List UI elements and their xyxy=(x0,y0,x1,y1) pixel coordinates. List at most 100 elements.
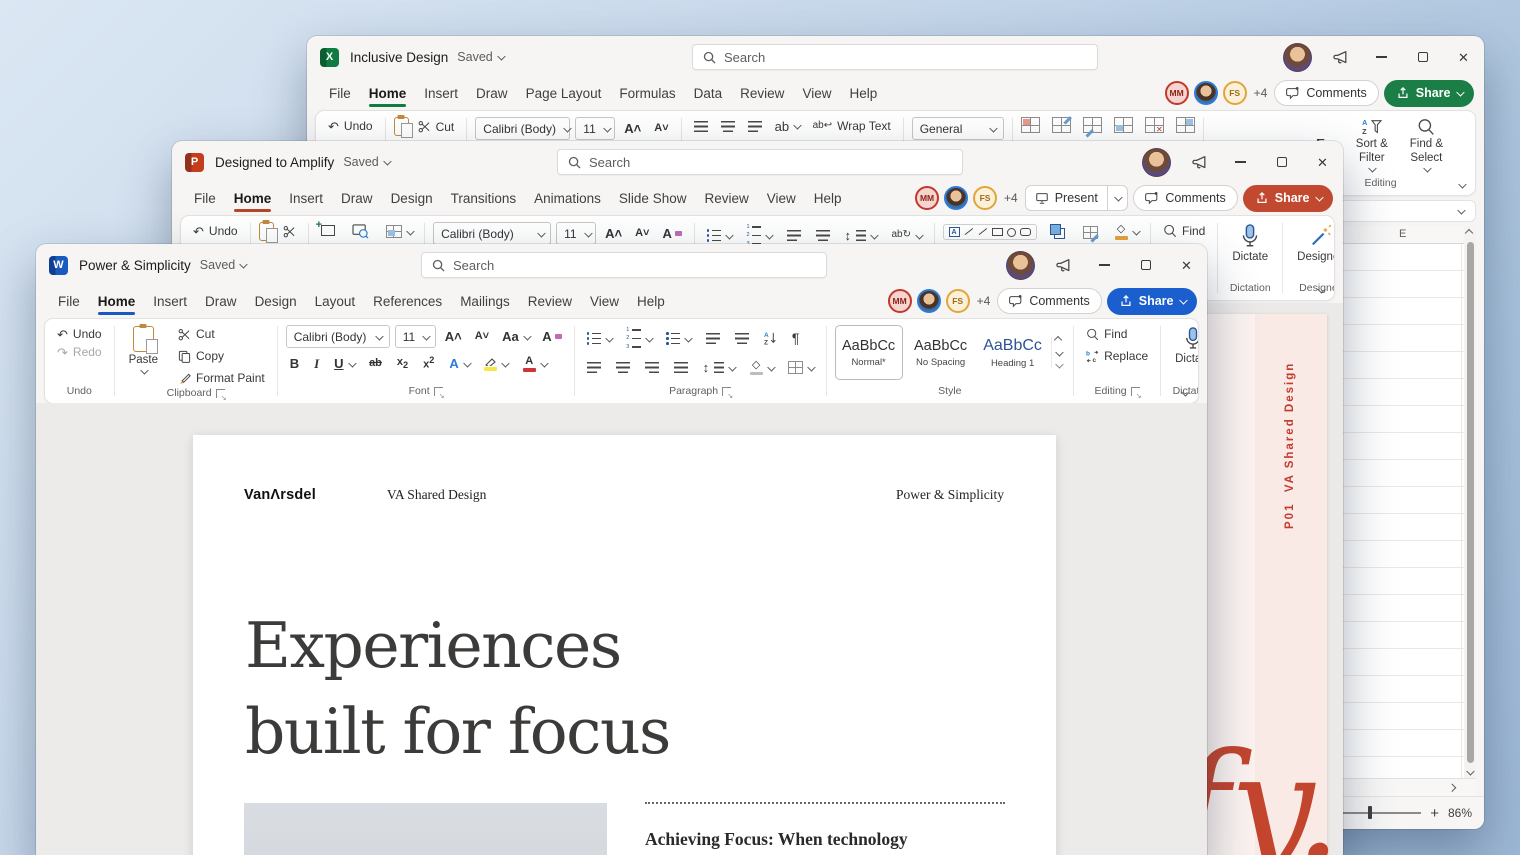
word-save-status[interactable]: Saved xyxy=(200,258,248,272)
dialog-launcher-icon[interactable] xyxy=(433,386,445,400)
orientation-button[interactable]: ab xyxy=(771,118,804,135)
powerpoint-search-input[interactable]: Search xyxy=(557,149,963,175)
tab-animations[interactable]: Animations xyxy=(525,187,610,210)
align-center-button[interactable] xyxy=(612,360,634,375)
close-button[interactable]: ✕ xyxy=(1166,244,1207,286)
avatar[interactable] xyxy=(1193,81,1218,105)
style-no-spacing[interactable]: AaBbCc No Spacing xyxy=(907,325,975,380)
maximize-button[interactable] xyxy=(1402,36,1443,78)
undo-button[interactable]: ↶ Undo xyxy=(189,222,242,240)
excel-vertical-scrollbar[interactable] xyxy=(1464,226,1476,778)
maximize-button[interactable] xyxy=(1261,141,1302,183)
decrease-indent-button[interactable] xyxy=(783,228,805,243)
align-left-button[interactable] xyxy=(583,360,605,375)
tab-file[interactable]: File xyxy=(49,290,89,313)
rounded-rectangle-shape-icon[interactable] xyxy=(1019,228,1031,236)
excel-save-status[interactable]: Saved xyxy=(457,50,506,64)
meet-now-icon[interactable] xyxy=(1043,244,1084,286)
shrink-font-button[interactable]: A˅ xyxy=(471,329,493,344)
tab-draw[interactable]: Draw xyxy=(332,187,382,210)
minimize-button[interactable] xyxy=(1084,244,1125,286)
strikethrough-button[interactable]: ab xyxy=(365,356,386,371)
font-size-select[interactable]: 11 xyxy=(394,325,436,348)
scrollbar-thumb[interactable] xyxy=(1466,241,1474,763)
shrink-font-button[interactable]: A˅ xyxy=(631,226,653,241)
avatar[interactable]: FS xyxy=(945,289,970,313)
font-size-select[interactable]: 11 xyxy=(556,222,597,245)
insert-cells-icon[interactable] xyxy=(1113,117,1133,133)
font-name-select[interactable]: Calibri (Body) xyxy=(433,222,552,245)
format-painter-button[interactable]: Format Paint xyxy=(174,369,269,387)
tab-design[interactable]: Design xyxy=(382,187,442,210)
tab-insert[interactable]: Insert xyxy=(415,82,467,105)
tab-view[interactable]: View xyxy=(793,82,840,105)
style-normal[interactable]: AaBbCc Normal* xyxy=(834,325,903,380)
find-button[interactable]: Find xyxy=(1159,222,1209,240)
tab-home[interactable]: Home xyxy=(89,290,145,315)
tab-file[interactable]: File xyxy=(320,82,360,105)
dialog-launcher-icon[interactable] xyxy=(1130,386,1142,400)
tab-page-layout[interactable]: Page Layout xyxy=(517,82,611,105)
meet-now-icon[interactable] xyxy=(1320,36,1361,78)
align-bottom-button[interactable] xyxy=(744,119,766,134)
slide-layout-button[interactable] xyxy=(382,223,417,240)
paste-button[interactable]: Paste xyxy=(123,325,164,375)
subscript-button[interactable]: x2 xyxy=(393,355,412,372)
clear-formatting-button[interactable]: A xyxy=(538,328,565,345)
show-formatting-button[interactable]: ¶ xyxy=(788,329,804,347)
meet-now-icon[interactable] xyxy=(1179,141,1220,183)
rectangle-shape-icon[interactable] xyxy=(991,228,1003,236)
new-slide-button[interactable]: + xyxy=(316,219,339,241)
share-button[interactable]: Share xyxy=(1242,184,1333,212)
avatar[interactable]: FS xyxy=(973,186,998,210)
tab-formulas[interactable]: Formulas xyxy=(610,82,684,105)
scroll-down-ic[interactable] xyxy=(1055,347,1063,356)
tab-insert[interactable]: Insert xyxy=(144,290,196,313)
arrange-button[interactable] xyxy=(1046,222,1070,242)
avatar[interactable] xyxy=(916,289,941,313)
font-name-select[interactable]: Calibri (Body) xyxy=(475,117,572,140)
avatar[interactable]: MM xyxy=(887,289,912,313)
quick-styles-button[interactable] xyxy=(1079,224,1102,241)
close-button[interactable]: ✕ xyxy=(1443,36,1484,78)
multilevel-list-button[interactable] xyxy=(662,330,695,347)
tab-help[interactable]: Help xyxy=(628,290,674,313)
share-button[interactable]: Share xyxy=(1383,79,1474,107)
tab-view[interactable]: View xyxy=(758,187,805,210)
italic-button[interactable]: I xyxy=(310,355,323,372)
document-image-placeholder[interactable] xyxy=(244,803,607,855)
borders-button[interactable] xyxy=(784,359,818,376)
highlight-button[interactable] xyxy=(480,355,512,373)
avatar[interactable]: MM xyxy=(915,186,940,210)
justify-button[interactable] xyxy=(670,360,692,375)
tab-review[interactable]: Review xyxy=(731,82,793,105)
sort-button[interactable]: AZ xyxy=(760,329,781,347)
avatar[interactable]: FS xyxy=(1222,81,1247,105)
line-spacing-button[interactable]: ↕ xyxy=(699,359,739,376)
underline-button[interactable]: U xyxy=(330,355,358,372)
increase-indent-button[interactable] xyxy=(731,331,753,346)
format-cells-icon[interactable] xyxy=(1175,117,1195,133)
tab-draw[interactable]: Draw xyxy=(196,290,246,313)
tab-review[interactable]: Review xyxy=(519,290,581,313)
cell-styles-icon[interactable] xyxy=(1082,117,1102,133)
font-size-select[interactable]: 11 xyxy=(575,117,616,140)
style-gallery-more-icon[interactable] xyxy=(1055,360,1063,369)
scroll-up-ic[interactable] xyxy=(1053,336,1062,345)
increase-indent-button[interactable] xyxy=(812,228,834,243)
replace-button[interactable]: bc Replace xyxy=(1082,347,1152,365)
comments-button[interactable]: Comments xyxy=(997,288,1102,314)
word-search-input[interactable]: Search xyxy=(421,252,827,278)
line-shape-icon[interactable] xyxy=(978,228,987,236)
text-direction-button[interactable]: ab↻ xyxy=(888,228,926,242)
line-shape-icon[interactable] xyxy=(964,228,973,236)
conditional-formatting-icon[interactable] xyxy=(1020,117,1040,133)
numbering-button[interactable] xyxy=(622,325,655,352)
tab-home[interactable]: Home xyxy=(360,82,416,107)
zoom-slider[interactable] xyxy=(1329,806,1422,820)
scroll-right-icon[interactable] xyxy=(1447,783,1456,792)
minimize-button[interactable] xyxy=(1220,141,1261,183)
sort-filter-button[interactable]: AZ Sort & Filter xyxy=(1350,117,1394,173)
account-avatar[interactable] xyxy=(1283,42,1312,72)
align-middle-button[interactable] xyxy=(717,119,739,134)
